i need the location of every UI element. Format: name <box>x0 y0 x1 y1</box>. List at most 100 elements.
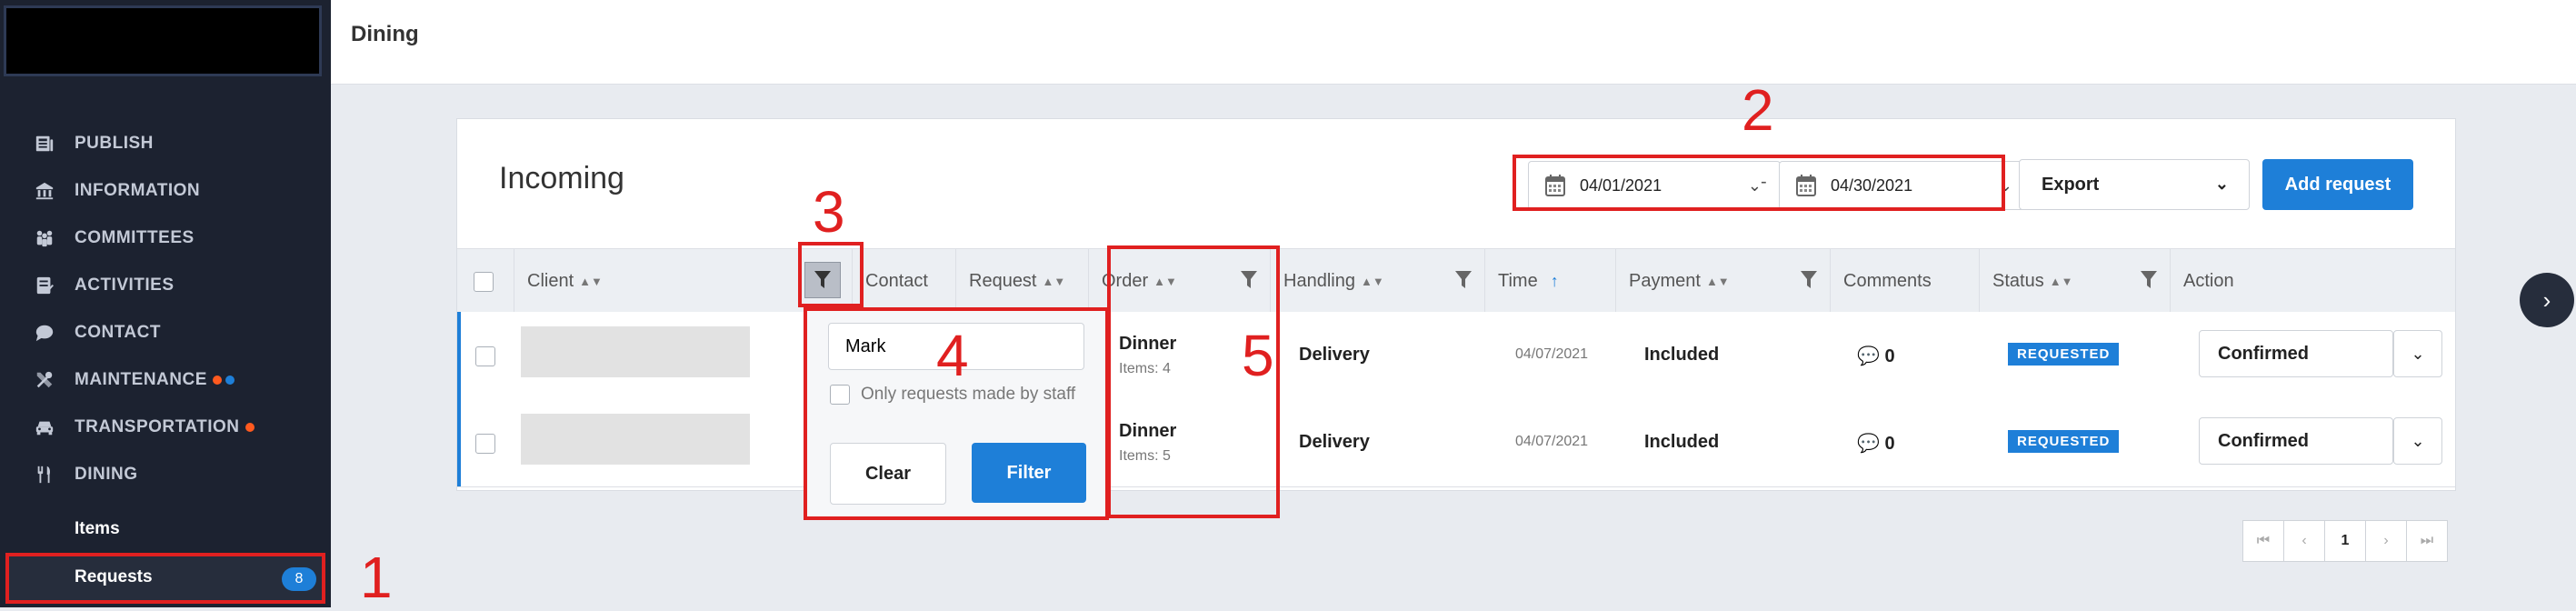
comments-value: 0 <box>1884 434 1895 454</box>
column-status[interactable]: Status ▲▼ <box>1979 249 2170 313</box>
time: 04/07/2021 <box>1515 346 1589 362</box>
column-label: Client <box>527 270 574 291</box>
nav-label: TRANSPORTATION <box>75 417 240 436</box>
chevron-down-icon[interactable]: ⌄ <box>2393 417 2442 465</box>
handling: Delivery <box>1299 432 1370 452</box>
nav-contact[interactable]: CONTACT <box>33 315 161 351</box>
requests-card: Incoming 04/01/2021 ⌄ - 04/30/2021 ⌄ Exp… <box>456 118 2456 491</box>
column-comments[interactable]: Comments <box>1830 249 1979 313</box>
nav-label: ACTIVITIES <box>75 275 175 295</box>
funnel-icon[interactable] <box>2141 271 2157 289</box>
payment: Included <box>1644 345 1720 365</box>
comments-count[interactable]: 💬 0 <box>1857 432 1895 455</box>
status-badge: REQUESTED <box>2008 430 2120 453</box>
sort-icon: ▲▼ <box>579 274 603 288</box>
sidebar-item-items[interactable]: Items <box>75 511 120 547</box>
row-checkbox[interactable] <box>475 346 495 366</box>
column-label: Time <box>1498 270 1538 291</box>
nav-committees[interactable]: COMMITTEES <box>33 220 195 256</box>
nav-label: INFORMATION <box>75 181 201 200</box>
nav-information[interactable]: INFORMATION <box>33 173 200 209</box>
sort-ascending-icon: ↑ <box>1550 271 1559 290</box>
table-row[interactable]: Dinner Items: 5 Delivery 04/07/2021 Incl… <box>457 399 2455 487</box>
car-icon <box>33 416 56 439</box>
chevron-down-icon: ⌄ <box>2214 175 2229 193</box>
comments-count[interactable]: 💬 0 <box>1857 345 1895 367</box>
nav-label: COMMITTEES <box>75 228 195 247</box>
row-checkbox[interactable] <box>475 434 495 454</box>
status-badge: REQUESTED <box>2008 343 2120 366</box>
nav-publish[interactable]: PUBLISH <box>33 125 154 162</box>
chevron-right-icon[interactable]: › <box>2520 273 2574 327</box>
count-badge: 8 <box>282 567 316 591</box>
export-label: Export <box>2042 174 2100 195</box>
table-row[interactable]: Dinner Items: 4 Delivery 04/07/2021 Incl… <box>457 312 2455 400</box>
column-payment[interactable]: Payment ▲▼ <box>1615 249 1830 313</box>
nav-transportation[interactable]: TRANSPORTATION <box>33 409 255 446</box>
funnel-icon[interactable] <box>1455 271 1472 289</box>
funnel-icon[interactable] <box>1801 271 1817 289</box>
first-page-button[interactable]: ⏮ <box>2242 520 2284 562</box>
annotation-4: 4 <box>936 323 969 388</box>
nav-maintenance[interactable]: MAINTENANCE <box>33 362 235 398</box>
utensils-icon <box>33 463 56 486</box>
page-button[interactable]: 1 <box>2324 520 2366 562</box>
column-handling[interactable]: Handling ▲▼ <box>1270 249 1484 313</box>
tools-icon <box>33 368 56 392</box>
sort-icon: ▲▼ <box>1705 274 1730 288</box>
column-label: Action <box>2183 270 2234 291</box>
handling: Delivery <box>1299 345 1370 365</box>
column-client[interactable]: Client ▲▼ <box>514 249 788 313</box>
nav-activities[interactable]: ACTIVITIES <box>33 267 175 304</box>
checklist-icon <box>33 274 56 297</box>
card-title: Incoming <box>499 161 624 195</box>
nav-label: CONTACT <box>75 323 161 342</box>
top-bar: Dining <box>331 0 2576 85</box>
annotation-1: 1 <box>360 545 393 610</box>
nav-label: PUBLISH <box>75 134 154 153</box>
comments-value: 0 <box>1884 346 1895 366</box>
annotation-3: 3 <box>813 179 845 245</box>
row-accent <box>457 399 461 486</box>
column-label: Handling <box>1283 270 1355 291</box>
nav-label: DINING <box>75 465 138 484</box>
last-page-button[interactable]: ⏭ <box>2406 520 2448 562</box>
export-dropdown[interactable]: Export ⌄ <box>2019 159 2250 210</box>
redacted-client <box>521 414 750 465</box>
sidebar-item-label: Items <box>75 519 120 538</box>
nav-label: MAINTENANCE <box>75 370 207 389</box>
nav-dining[interactable]: DINING <box>33 456 138 493</box>
sidebar-item-label: Requests <box>75 567 153 586</box>
redacted-client <box>521 326 750 377</box>
column-label: Payment <box>1629 270 1701 291</box>
sidebar-item-requests[interactable]: Requests 8 <box>5 553 325 604</box>
select-all-checkbox[interactable] <box>474 272 494 292</box>
notification-dot <box>212 376 222 385</box>
chevron-down-icon[interactable]: ⌄ <box>2393 330 2442 377</box>
column-request[interactable]: Request ▲▼ <box>955 249 1088 313</box>
pagination: ⏮ ‹ 1 › ⏭ <box>2242 520 2448 562</box>
add-request-button[interactable]: Add request <box>2262 159 2413 210</box>
column-contact[interactable]: Contact <box>852 249 955 313</box>
column-label: Contact <box>865 270 928 291</box>
newspaper-icon <box>33 132 56 155</box>
annotation-5: 5 <box>1242 323 1274 388</box>
action-select[interactable]: Confirmed <box>2199 417 2393 465</box>
page-title: Dining <box>351 22 419 46</box>
notification-dot <box>245 423 255 432</box>
column-time[interactable]: Time ↑ <box>1484 249 1615 313</box>
sidebar: PUBLISH INFORMATION COMMITTEES ACTIVITIE… <box>0 0 331 607</box>
payment: Included <box>1644 432 1720 452</box>
sort-icon: ▲▼ <box>2049 274 2073 288</box>
comments-icon: 💬 <box>1857 434 1880 454</box>
annotation-box-3 <box>798 242 864 307</box>
action-select[interactable]: Confirmed <box>2199 330 2393 377</box>
prev-page-button[interactable]: ‹ <box>2283 520 2325 562</box>
next-page-button[interactable]: › <box>2365 520 2407 562</box>
notification-dot <box>225 376 235 385</box>
column-label: Request <box>969 270 1037 291</box>
logo[interactable] <box>4 5 322 76</box>
sort-icon: ▲▼ <box>1042 274 1066 288</box>
building-icon <box>33 179 56 203</box>
column-action: Action <box>2170 249 2455 313</box>
